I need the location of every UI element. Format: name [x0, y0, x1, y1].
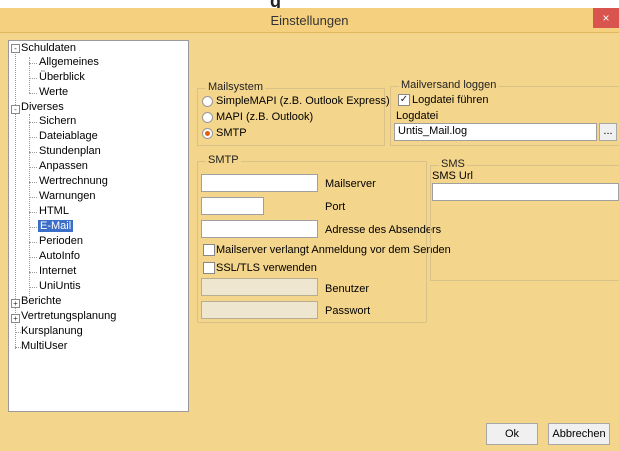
logdatei-input[interactable]: Untis_Mail.log — [394, 123, 597, 141]
expand-icon[interactable]: + — [11, 314, 20, 323]
simplemapi-radio[interactable] — [202, 96, 213, 107]
ok-button[interactable]: Ok — [486, 423, 538, 445]
tree-branch — [29, 227, 37, 228]
tree-branch — [29, 122, 37, 123]
tree-item-vertretungsplanung[interactable]: Vertretungsplanung — [21, 310, 116, 322]
tree-item-diverses[interactable]: Diverses — [21, 101, 64, 113]
mailserver-input[interactable] — [201, 174, 318, 192]
sms-url-label: SMS Url — [432, 170, 473, 182]
port-input[interactable] — [201, 197, 264, 215]
smtp-legend: SMTP — [206, 154, 241, 166]
tree-branch — [29, 167, 37, 168]
port-label: Port — [325, 201, 346, 213]
smtp-label: SMTP — [216, 127, 247, 139]
tree-item-html[interactable]: HTML — [39, 205, 69, 217]
window-title: Einstellungen — [270, 13, 349, 28]
tree-item-dateiablage[interactable]: Dateiablage — [39, 130, 98, 142]
mailversand-legend: Mailversand loggen — [399, 79, 499, 91]
tree-item-uniuntis[interactable]: UniUntis — [39, 280, 81, 292]
tree-branch — [29, 257, 37, 258]
tree-item-e-mail[interactable]: E-Mail — [38, 220, 74, 232]
tree-branch — [29, 63, 37, 64]
sender-address-input[interactable] — [201, 220, 318, 238]
mapi-label: MAPI (z.B. Outlook) — [216, 111, 314, 123]
tree-item-wertrechnung[interactable]: Wertrechnung — [39, 175, 108, 187]
auth-checkbox-label: Mailserver verlangt Anmeldung vor dem Se… — [216, 244, 451, 256]
tree-branch — [29, 137, 37, 138]
tree-item-perioden[interactable]: Perioden — [39, 235, 83, 247]
settings-tree[interactable]: - Schuldaten Allgemeines Überblick Werte… — [8, 40, 189, 412]
tree-branch — [29, 242, 37, 243]
tree-branch — [29, 182, 37, 183]
tree-item-kursplanung[interactable]: Kursplanung — [21, 325, 83, 337]
tree-item-stundenplan[interactable]: Stundenplan — [39, 145, 101, 157]
simplemapi-label: SimpleMAPI (z.B. Outlook Express) — [216, 95, 390, 107]
collapse-icon[interactable]: - — [11, 105, 20, 114]
tree-branch — [29, 272, 37, 273]
mailserver-label: Mailserver — [325, 178, 376, 190]
tree-branch — [29, 212, 37, 213]
tree-item-allgemeines[interactable]: Allgemeines — [39, 56, 99, 68]
logdatei-label: Logdatei — [396, 110, 439, 122]
mailsystem-legend: Mailsystem — [206, 81, 266, 93]
tree-branch — [29, 197, 37, 198]
tree-item-anpassen[interactable]: Anpassen — [39, 160, 88, 172]
auth-checkbox[interactable] — [203, 244, 215, 256]
password-label: Passwort — [325, 305, 371, 317]
tree-branch — [29, 287, 37, 288]
ssl-checkbox-label: SSL/TLS verwenden — [216, 262, 317, 274]
tree-item-berichte[interactable]: Berichte — [21, 295, 61, 307]
smtp-radio[interactable] — [202, 128, 213, 139]
tree-item-werte[interactable]: Werte — [39, 86, 68, 98]
tree-item-sichern[interactable]: Sichern — [39, 115, 76, 127]
tree-item-internet[interactable]: Internet — [39, 265, 76, 277]
cancel-button[interactable]: Abbrechen — [548, 423, 610, 445]
sms-url-input[interactable] — [432, 183, 619, 201]
password-input[interactable] — [201, 301, 318, 319]
browse-button[interactable]: ... — [599, 123, 617, 141]
tree-branch — [29, 93, 37, 94]
sender-address-label: Adresse des Absenders — [325, 224, 442, 236]
mapi-radio[interactable] — [202, 112, 213, 123]
close-button[interactable]: × — [593, 8, 619, 28]
title-bar: Einstellungen × — [0, 8, 619, 33]
tree-line — [29, 114, 30, 296]
tree-item-ueberblick[interactable]: Überblick — [39, 71, 85, 83]
tree-item-autoinfo[interactable]: AutoInfo — [39, 250, 80, 262]
logdatei-checkbox[interactable]: ✓ — [398, 94, 410, 106]
logdatei-checkbox-label: Logdatei führen — [412, 94, 489, 106]
user-input[interactable] — [201, 278, 318, 296]
tree-item-schuldaten[interactable]: Schuldaten — [21, 42, 76, 54]
collapse-icon[interactable]: - — [11, 44, 20, 53]
user-label: Benutzer — [325, 283, 370, 295]
tree-item-multiuser[interactable]: MultiUser — [21, 340, 67, 352]
tree-branch — [29, 78, 37, 79]
expand-icon[interactable]: + — [11, 299, 20, 308]
sms-legend: SMS — [439, 158, 467, 170]
tree-branch — [29, 152, 37, 153]
tree-item-warnungen[interactable]: Warnungen — [39, 190, 95, 202]
ssl-checkbox[interactable] — [203, 262, 215, 274]
